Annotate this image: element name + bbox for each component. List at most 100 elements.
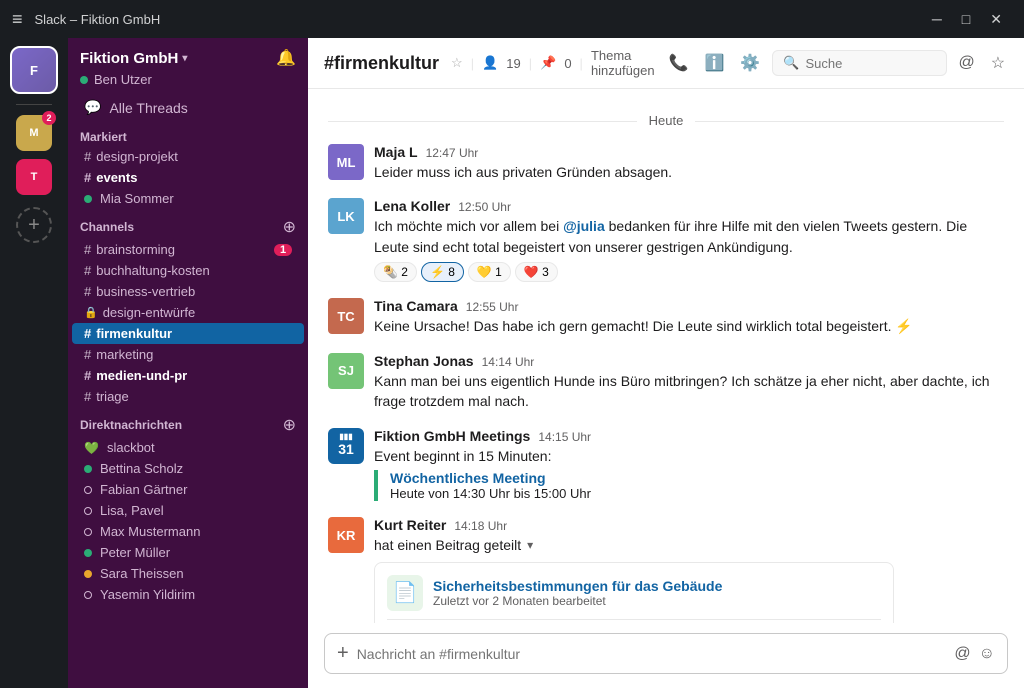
theme-label[interactable]: Thema hinzufügen — [591, 48, 655, 78]
message-row: TC Tina Camara 12:55 Uhr Keine Ursache! … — [328, 298, 1004, 336]
notification-bell-icon[interactable]: 🔔 — [276, 48, 296, 68]
msg-time: 12:47 Uhr — [426, 146, 479, 160]
sidebar-item-design-entwuerfe[interactable]: 🔒 design-entwürfe — [72, 302, 304, 323]
messages-area: Heute ML Maja L 12:47 Uhr Leider muss ic… — [308, 89, 1024, 623]
dm-item-lisa-pavel[interactable]: Lisa, Pavel — [72, 500, 304, 521]
dm-item-slackbot[interactable]: 💚 slackbot — [72, 437, 304, 458]
doc-icon: 📄 — [387, 575, 423, 611]
pins-count: 0 — [564, 56, 571, 71]
msg-time: 12:55 Uhr — [466, 300, 519, 314]
sidebar-item-brainstorming[interactable]: # brainstorming 1 — [72, 239, 304, 260]
meeting-title[interactable]: Wöchentliches Meeting — [390, 470, 1004, 486]
sidebar-item-firmenkultur[interactable]: # firmenkultur — [72, 323, 304, 344]
workspace-square-3[interactable]: T — [16, 159, 52, 195]
sidebar-item-events[interactable]: # events — [72, 167, 304, 188]
dm-item-peter-mueller[interactable]: Peter Müller — [72, 542, 304, 563]
emoji-input-icon[interactable]: ☺ — [979, 645, 995, 663]
sidebar-item-all-threads[interactable]: 💬 Alle Threads — [72, 95, 304, 120]
shared-post-meta: Zuletzt vor 2 Monaten bearbeitet — [433, 594, 722, 608]
msg-author: Lena Koller — [374, 198, 450, 214]
call-button[interactable]: 📞 — [665, 49, 693, 77]
sidebar-item-marketing[interactable]: # marketing — [72, 344, 304, 365]
date-divider: Heute — [328, 113, 1004, 128]
dm-label: Direktnachrichten — [80, 418, 182, 432]
sidebar-item-buchhaltung-kosten[interactable]: # buchhaltung-kosten — [72, 260, 304, 281]
dm-item-fabian-gaertner[interactable]: Fabian Gärtner — [72, 479, 304, 500]
avatar: TC — [328, 298, 364, 334]
message-row: ▮▮▮ 31 Fiktion GmbH Meetings 14:15 Uhr E… — [328, 428, 1004, 501]
menu-icon[interactable]: ≡ — [12, 9, 23, 30]
msg-time: 14:18 Uhr — [454, 519, 507, 533]
reaction[interactable]: 🌯 2 — [374, 262, 417, 282]
sidebar-item-business-vertrieb[interactable]: # business-vertrieb — [72, 281, 304, 302]
at-input-icon[interactable]: @ — [954, 645, 970, 663]
dm-item-bettina-scholz[interactable]: Bettina Scholz — [72, 458, 304, 479]
channels-label: Channels — [80, 220, 134, 234]
channel-title: #firmenkultur — [324, 53, 439, 74]
more-button[interactable]: ⋮ — [1017, 49, 1024, 77]
reaction[interactable]: ❤️ 3 — [515, 262, 558, 282]
msg-text: Ich möchte mich vor allem bei @julia bed… — [374, 216, 1004, 257]
members-count: 19 — [506, 56, 520, 71]
at-button[interactable]: @ — [955, 50, 979, 76]
add-dm-icon[interactable]: ⊕ — [283, 415, 296, 435]
sidebar-item-design-projekt[interactable]: # design-projekt — [72, 146, 304, 167]
workspace-name[interactable]: Fiktion GmbH ▾ — [80, 50, 187, 67]
msg-time: 12:50 Uhr — [458, 200, 511, 214]
msg-time: 14:15 Uhr — [538, 430, 591, 444]
workspace-square-1[interactable]: F — [10, 46, 58, 94]
message-row: KR Kurt Reiter 14:18 Uhr hat einen Beitr… — [328, 517, 1004, 623]
msg-author: Kurt Reiter — [374, 517, 446, 533]
marked-label: Markiert — [80, 130, 127, 144]
minimize-button[interactable]: ─ — [922, 11, 952, 27]
avatar: ML — [328, 144, 364, 180]
search-icon: 🔍 — [783, 55, 799, 71]
shared-post-title[interactable]: Sicherheitsbestimmungen für das Gebäude — [433, 578, 722, 594]
msg-author: Fiktion GmbH Meetings — [374, 428, 530, 444]
calendar-avatar: ▮▮▮ 31 — [328, 428, 364, 464]
star-icon[interactable]: ☆ — [451, 55, 463, 71]
threads-icon: 💬 — [84, 99, 101, 116]
sidebar-item-triage[interactable]: # triage — [72, 386, 304, 407]
message-input[interactable] — [357, 646, 947, 662]
dm-item-yasemin-yildirim[interactable]: Yasemin Yildirim — [72, 584, 304, 605]
add-attachment-button[interactable]: + — [337, 642, 349, 665]
msg-text: Event beginnt in 15 Minuten: — [374, 446, 1004, 466]
add-channel-icon[interactable]: ⊕ — [283, 217, 296, 237]
reaction[interactable]: 💛 1 — [468, 262, 511, 282]
titlebar-title: Slack – Fiktion GmbH — [35, 12, 922, 27]
message-row: SJ Stephan Jonas 14:14 Uhr Kann man bei … — [328, 353, 1004, 412]
avatar: SJ — [328, 353, 364, 389]
workspace-square-2[interactable]: M 2 — [16, 115, 52, 151]
msg-time: 14:14 Uhr — [482, 355, 535, 369]
dropdown-icon[interactable]: ▾ — [527, 537, 533, 555]
avatar: LK — [328, 198, 364, 234]
dm-item-max-mustermann[interactable]: Max Mustermann — [72, 521, 304, 542]
search-input[interactable] — [806, 56, 936, 71]
message-input-box: + @ ☺ — [324, 633, 1008, 674]
msg-author: Tina Camara — [374, 298, 458, 314]
msg-text: hat einen Beitrag geteilt ▾ — [374, 535, 1004, 555]
maximize-button[interactable]: □ — [952, 11, 980, 27]
info-button[interactable]: ℹ️ — [700, 49, 728, 77]
msg-text: Leider muss ich aus privaten Gründen abs… — [374, 162, 1004, 182]
user-name: Ben Utzer — [94, 72, 152, 87]
add-workspace-button[interactable]: + — [16, 207, 52, 243]
msg-text: Kann man bei uns eigentlich Hunde ins Bü… — [374, 371, 1004, 412]
sidebar-item-medien-und-pr[interactable]: # medien-und-pr — [72, 365, 304, 386]
msg-author: Maja L — [374, 144, 418, 160]
msg-text: Keine Ursache! Das habe ich gern gemacht… — [374, 316, 1004, 336]
msg-author: Stephan Jonas — [374, 353, 474, 369]
message-row: ML Maja L 12:47 Uhr Leider muss ich aus … — [328, 144, 1004, 182]
sidebar-item-mia-sommer[interactable]: Mia Sommer — [72, 188, 304, 209]
bookmark-button[interactable]: ☆ — [987, 49, 1009, 77]
members-icon: 👤 — [482, 55, 498, 71]
reaction[interactable]: ⚡ 8 — [421, 262, 464, 282]
pin-icon: 📌 — [540, 55, 556, 71]
avatar: KR — [328, 517, 364, 553]
close-button[interactable]: ✕ — [980, 11, 1012, 28]
message-row: LK Lena Koller 12:50 Uhr Ich möchte mich… — [328, 198, 1004, 282]
settings-button[interactable]: ⚙️ — [736, 49, 764, 77]
shared-post-card: 📄 Sicherheitsbestimmungen für das Gebäud… — [374, 562, 894, 624]
dm-item-sara-theissen[interactable]: Sara Theissen — [72, 563, 304, 584]
